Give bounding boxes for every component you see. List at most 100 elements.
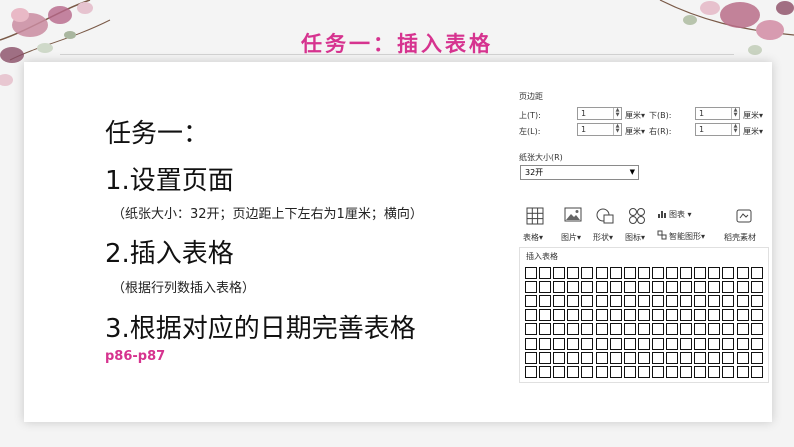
table-grid-cell[interactable]: [567, 323, 580, 336]
table-grid-cell[interactable]: [623, 281, 636, 294]
table-grid-cell[interactable]: [666, 337, 678, 350]
material-button[interactable]: 稻壳素材: [724, 207, 764, 243]
table-grid-cell[interactable]: [637, 295, 650, 308]
table-grid-cell[interactable]: [722, 267, 735, 279]
table-grid-cell[interactable]: [722, 323, 735, 336]
table-grid-cell[interactable]: [581, 351, 594, 364]
table-grid-cell[interactable]: [539, 281, 552, 294]
table-grid-cell[interactable]: [736, 267, 749, 279]
table-grid-cell[interactable]: [651, 337, 664, 350]
table-grid-cell[interactable]: [609, 323, 622, 336]
table-grid-cell[interactable]: [637, 351, 650, 364]
table-grid-cell[interactable]: [680, 309, 693, 322]
paper-size-select[interactable]: 32开 ▼: [520, 165, 639, 180]
table-grid-cell[interactable]: [567, 337, 580, 350]
picture-button[interactable]: 图片▾: [559, 207, 587, 243]
table-grid-cell[interactable]: [666, 295, 678, 308]
table-grid-cell[interactable]: [680, 267, 693, 279]
table-grid-cell[interactable]: [680, 281, 693, 294]
table-grid-cell[interactable]: [595, 295, 608, 308]
table-grid-cell[interactable]: [680, 365, 693, 378]
table-grid-cell[interactable]: [637, 323, 650, 336]
table-grid-cell[interactable]: [722, 365, 735, 378]
table-grid-cell[interactable]: [750, 267, 763, 279]
table-grid-cell[interactable]: [708, 323, 721, 336]
table-grid-cell[interactable]: [553, 337, 566, 350]
table-grid-cell[interactable]: [736, 337, 749, 350]
table-grid-cell[interactable]: [637, 309, 650, 322]
table-grid-cell[interactable]: [623, 365, 636, 378]
bottom-margin-input[interactable]: 1 ▲ ▼: [695, 107, 740, 120]
table-grid-cell[interactable]: [623, 337, 636, 350]
table-grid-cell[interactable]: [666, 323, 678, 336]
table-grid-cell[interactable]: [651, 267, 664, 279]
right-margin-spinner[interactable]: ▲ ▼: [731, 124, 739, 135]
table-grid-cell[interactable]: [623, 309, 636, 322]
table-grid-cell[interactable]: [609, 309, 622, 322]
table-grid-cell[interactable]: [623, 351, 636, 364]
table-grid-cell[interactable]: [623, 295, 636, 308]
table-grid-cell[interactable]: [567, 267, 580, 279]
table-grid-cell[interactable]: [722, 281, 735, 294]
table-grid-cell[interactable]: [567, 365, 580, 378]
table-grid-cell[interactable]: [609, 337, 622, 350]
table-grid-cell[interactable]: [694, 267, 707, 279]
table-grid-cell[interactable]: [525, 351, 537, 364]
table-grid-cell[interactable]: [722, 309, 735, 322]
table-grid-cell[interactable]: [609, 365, 622, 378]
table-grid-cell[interactable]: [722, 351, 735, 364]
table-grid-cell[interactable]: [722, 295, 735, 308]
table-grid-cell[interactable]: [609, 267, 622, 279]
table-grid-cell[interactable]: [525, 323, 537, 336]
left-margin-spinner[interactable]: ▲ ▼: [613, 124, 621, 135]
table-grid-cell[interactable]: [595, 309, 608, 322]
table-grid-cell[interactable]: [539, 267, 552, 279]
table-grid-cell[interactable]: [736, 365, 749, 378]
table-grid-cell[interactable]: [708, 267, 721, 279]
table-grid-cell[interactable]: [736, 309, 749, 322]
table-grid-cell[interactable]: [651, 309, 664, 322]
table-grid-cell[interactable]: [581, 281, 594, 294]
table-grid-cell[interactable]: [750, 351, 763, 364]
table-grid-cell[interactable]: [553, 365, 566, 378]
bottom-margin-spinner[interactable]: ▲ ▼: [731, 108, 739, 119]
table-grid-cell[interactable]: [595, 267, 608, 279]
table-grid-cell[interactable]: [666, 309, 678, 322]
table-grid-cell[interactable]: [609, 295, 622, 308]
table-grid-cell[interactable]: [553, 351, 566, 364]
table-grid-cell[interactable]: [595, 365, 608, 378]
table-grid-cell[interactable]: [539, 309, 552, 322]
right-margin-input[interactable]: 1 ▲ ▼: [695, 123, 740, 136]
table-grid-cell[interactable]: [525, 309, 537, 322]
table-grid-cell[interactable]: [708, 309, 721, 322]
table-grid-cell[interactable]: [666, 281, 678, 294]
table-grid-cell[interactable]: [637, 337, 650, 350]
table-grid-cell[interactable]: [553, 323, 566, 336]
table-grid-cell[interactable]: [736, 351, 749, 364]
icon-button[interactable]: 图标▾: [623, 207, 651, 243]
bottom-margin-unit[interactable]: 厘米▾: [743, 110, 763, 121]
table-grid-cell[interactable]: [708, 281, 721, 294]
top-margin-input[interactable]: 1 ▲ ▼: [577, 107, 622, 120]
table-grid-cell[interactable]: [694, 295, 707, 308]
table-grid-cell[interactable]: [525, 337, 537, 350]
table-grid-cell[interactable]: [525, 365, 537, 378]
table-grid-cell[interactable]: [539, 365, 552, 378]
table-button[interactable]: 表格▾: [521, 207, 549, 243]
table-grid-cell[interactable]: [736, 281, 749, 294]
table-grid-cell[interactable]: [567, 351, 580, 364]
table-grid-cell[interactable]: [525, 267, 537, 279]
table-grid-cell[interactable]: [581, 365, 594, 378]
table-grid-cell[interactable]: [708, 365, 721, 378]
table-grid-cell[interactable]: [525, 281, 537, 294]
table-grid-cell[interactable]: [750, 323, 763, 336]
table-grid-cell[interactable]: [651, 323, 664, 336]
table-grid-cell[interactable]: [651, 365, 664, 378]
table-grid-cell[interactable]: [567, 295, 580, 308]
table-grid-cell[interactable]: [708, 351, 721, 364]
table-grid-cell[interactable]: [666, 267, 678, 279]
table-grid-cell[interactable]: [680, 351, 693, 364]
table-grid-cell[interactable]: [553, 309, 566, 322]
table-grid-cell[interactable]: [567, 309, 580, 322]
table-grid-cell[interactable]: [680, 323, 693, 336]
